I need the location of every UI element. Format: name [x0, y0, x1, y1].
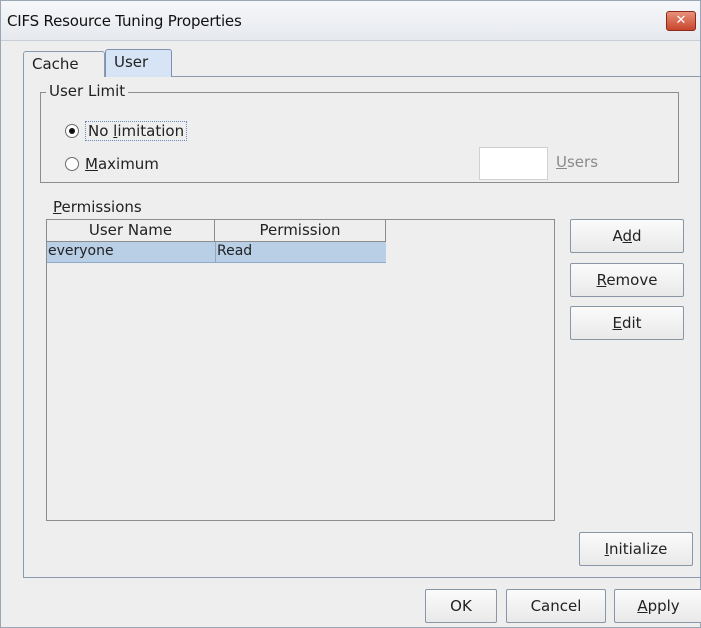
window-title: CIFS Resource Tuning Properties: [7, 12, 242, 30]
initialize-rest: nitialize: [609, 540, 668, 558]
edit-button[interactable]: Edit: [570, 306, 684, 340]
add-mnemonic: d: [622, 227, 632, 245]
maximum-rest: aximum: [97, 155, 159, 173]
no-limitation-radio[interactable]: No limitation: [65, 121, 188, 141]
cell-divider: [215, 242, 216, 262]
edit-rest: dit: [621, 314, 642, 332]
add-prefix: A: [612, 227, 623, 245]
permissions-label: Permissions: [53, 198, 142, 216]
user-limit-legend: User Limit: [46, 82, 129, 100]
cancel-button[interactable]: Cancel: [506, 589, 606, 623]
remove-button[interactable]: Remove: [570, 263, 684, 297]
apply-mnemonic: A: [637, 597, 648, 615]
cell-user-name: everyone: [48, 243, 114, 259]
title-bar[interactable]: CIFS Resource Tuning Properties ✕: [1, 1, 700, 41]
initialize-button[interactable]: Initialize: [579, 532, 693, 566]
maximum-radio[interactable]: Maximum: [65, 155, 159, 173]
tab-cache-label: Cache: [32, 55, 79, 73]
no-limitation-prefix: No: [88, 122, 114, 140]
users-rest: sers: [566, 153, 599, 171]
table-row[interactable]: everyone Read: [47, 242, 386, 263]
permissions-rest: ermissions: [61, 198, 142, 216]
add-rest: d: [632, 227, 642, 245]
tab-cache[interactable]: Cache: [23, 51, 105, 77]
no-limitation-rest: imitation: [117, 122, 185, 140]
column-header-user-name[interactable]: User Name: [47, 220, 215, 242]
remove-mnemonic: R: [596, 271, 607, 289]
users-unit-label: Users: [556, 153, 598, 171]
maximum-mnemonic: M: [85, 155, 98, 173]
permissions-mnemonic: P: [53, 198, 62, 216]
apply-rest: pply: [647, 597, 680, 615]
column-header-permission[interactable]: Permission: [215, 220, 386, 242]
radio-unselected-icon[interactable]: [65, 157, 79, 171]
properties-dialog: CIFS Resource Tuning Properties ✕ Cache …: [0, 0, 701, 628]
close-icon: ✕: [675, 13, 687, 28]
close-button[interactable]: ✕: [666, 11, 696, 31]
cell-permission: Read: [217, 243, 253, 259]
ok-button[interactable]: OK: [425, 589, 497, 623]
apply-button[interactable]: Apply: [614, 589, 701, 623]
tab-user-label: User: [114, 53, 149, 71]
add-button[interactable]: Add: [570, 219, 684, 253]
edit-mnemonic: E: [612, 314, 622, 332]
maximum-label: Maximum: [85, 155, 159, 173]
no-limitation-label: No limitation: [85, 121, 188, 141]
remove-rest: emove: [606, 271, 658, 289]
radio-selected-icon[interactable]: [65, 124, 79, 138]
maximum-users-input[interactable]: [479, 147, 548, 180]
users-mnemonic: U: [556, 153, 567, 171]
permissions-table[interactable]: [46, 219, 555, 521]
tab-user[interactable]: User: [105, 49, 172, 77]
